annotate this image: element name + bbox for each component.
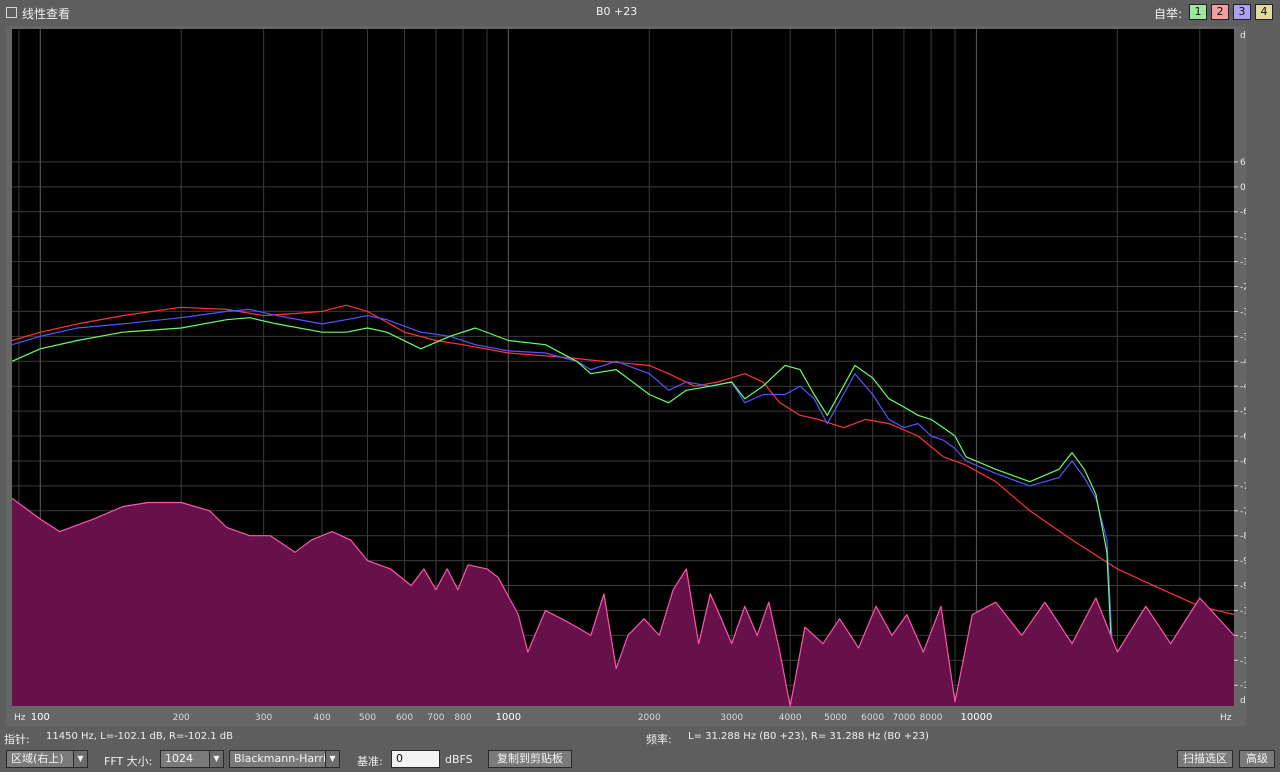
- linear-view-label: 线性查看: [22, 7, 71, 21]
- x-tick-label: 5000: [824, 713, 847, 723]
- y-tick-label: -54: [1240, 407, 1246, 417]
- select-button-3[interactable]: 3: [1233, 4, 1251, 20]
- x-tick-label: 8000: [920, 713, 943, 723]
- chevron-down-icon: ▼: [209, 751, 223, 767]
- fft-size-select[interactable]: 1024 ▼: [160, 750, 224, 768]
- region-select[interactable]: 区域(右上) ▼: [6, 750, 88, 768]
- y-tick-label: -84: [1240, 532, 1246, 542]
- y-tick-label: -6: [1240, 208, 1246, 218]
- x-tick-label: 7000: [892, 713, 915, 723]
- readout-row: 指针: 11450 Hz, L=-102.1 dB, R=-102.1 dB 频…: [0, 727, 1280, 747]
- region-select-value: 区域(右上): [11, 752, 64, 765]
- y-tick-label: 0: [1240, 183, 1246, 193]
- x-tick-label: 600: [396, 713, 413, 723]
- y-tick-label: -72: [1240, 482, 1246, 492]
- x-tick-label: 2000: [638, 713, 661, 723]
- controls-row: 区域(右上) ▼ FFT 大小: 1024 ▼ Blackmann-Harris…: [0, 748, 1280, 772]
- x-tick-label: 500: [359, 713, 376, 723]
- x-unit-label-right: Hz: [1220, 713, 1232, 723]
- chevron-down-icon: ▼: [73, 751, 87, 767]
- base-label: 基准:: [357, 755, 383, 768]
- y-tick-label: -42: [1240, 357, 1246, 367]
- select-button-4[interactable]: 4: [1255, 4, 1273, 20]
- y-tick-label: dB: [1240, 31, 1246, 41]
- advanced-button[interactable]: 高级: [1239, 750, 1275, 768]
- frequency-label: 频率:: [646, 733, 672, 746]
- x-tick-label: 800: [454, 713, 471, 723]
- preset-title: B0 +23: [596, 5, 638, 18]
- fft-size-label: FFT 大小:: [104, 755, 153, 768]
- top-toolbar: 线性查看 B0 +23 自举: 1 2 3 4: [0, 0, 1280, 25]
- x-tick-label: 1000: [496, 712, 521, 723]
- auto-label: 自举:: [1154, 7, 1183, 21]
- y-tick-label: 6: [1240, 158, 1246, 168]
- frequency-value: L= 31.288 Hz (B0 +23), R= 31.288 Hz (B0 …: [688, 731, 929, 742]
- y-tick-label: -90: [1240, 557, 1246, 567]
- x-tick-label: 100: [31, 712, 50, 723]
- linear-view-checkbox[interactable]: [6, 7, 17, 18]
- y-tick-label: -36: [1240, 332, 1246, 342]
- window-value: Blackmann-Harris: [234, 752, 332, 765]
- x-tick-label: 4000: [779, 713, 802, 723]
- x-tick-label: 3000: [720, 713, 743, 723]
- x-tick-label: 700: [427, 713, 444, 723]
- select-button-2[interactable]: 2: [1211, 4, 1229, 20]
- y-tick-label: -120: [1240, 681, 1246, 691]
- fft-size-value: 1024: [165, 752, 193, 765]
- y-tick-label: -96: [1240, 582, 1246, 592]
- y-tick-label: -12: [1240, 233, 1246, 243]
- y-tick-label: -114: [1240, 656, 1246, 666]
- y-tick-label: -66: [1240, 457, 1246, 467]
- x-tick-label: 300: [255, 713, 272, 723]
- x-tick-label: 200: [173, 713, 190, 723]
- y-tick-label: -24: [1240, 283, 1246, 293]
- scan-selection-button[interactable]: 扫描选区: [1177, 750, 1233, 768]
- y-tick-label: -48: [1240, 382, 1246, 392]
- y-tick-label: -102: [1240, 606, 1246, 616]
- y-tick-label: -18: [1240, 258, 1246, 268]
- y-tick-label: dB: [1240, 696, 1246, 706]
- y-tick-label: -78: [1240, 507, 1246, 517]
- copy-to-clipboard-button[interactable]: 复制到剪贴板: [488, 750, 572, 768]
- x-tick-label: 400: [314, 713, 331, 723]
- pointer-label: 指针:: [4, 733, 30, 746]
- x-tick-label: 6000: [861, 713, 884, 723]
- x-unit-label-left: Hz: [14, 713, 26, 723]
- y-tick-label: -60: [1240, 432, 1246, 442]
- chevron-down-icon: ▼: [325, 751, 339, 767]
- base-unit: dBFS: [445, 753, 473, 766]
- select-button-1[interactable]: 1: [1189, 4, 1207, 20]
- base-input[interactable]: 0: [391, 750, 440, 768]
- x-tick-label: 10000: [961, 712, 993, 723]
- window-select[interactable]: Blackmann-Harris ▼: [229, 750, 340, 768]
- y-tick-label: -30: [1240, 307, 1246, 317]
- pointer-value: 11450 Hz, L=-102.1 dB, R=-102.1 dB: [46, 731, 233, 742]
- y-tick-label: -108: [1240, 631, 1246, 641]
- spectrum-chart[interactable]: dB 6 0 -6 -12 -18 -24 -30 -36 -42 -48 -54 -60 -66 -72 -…: [6, 26, 1246, 726]
